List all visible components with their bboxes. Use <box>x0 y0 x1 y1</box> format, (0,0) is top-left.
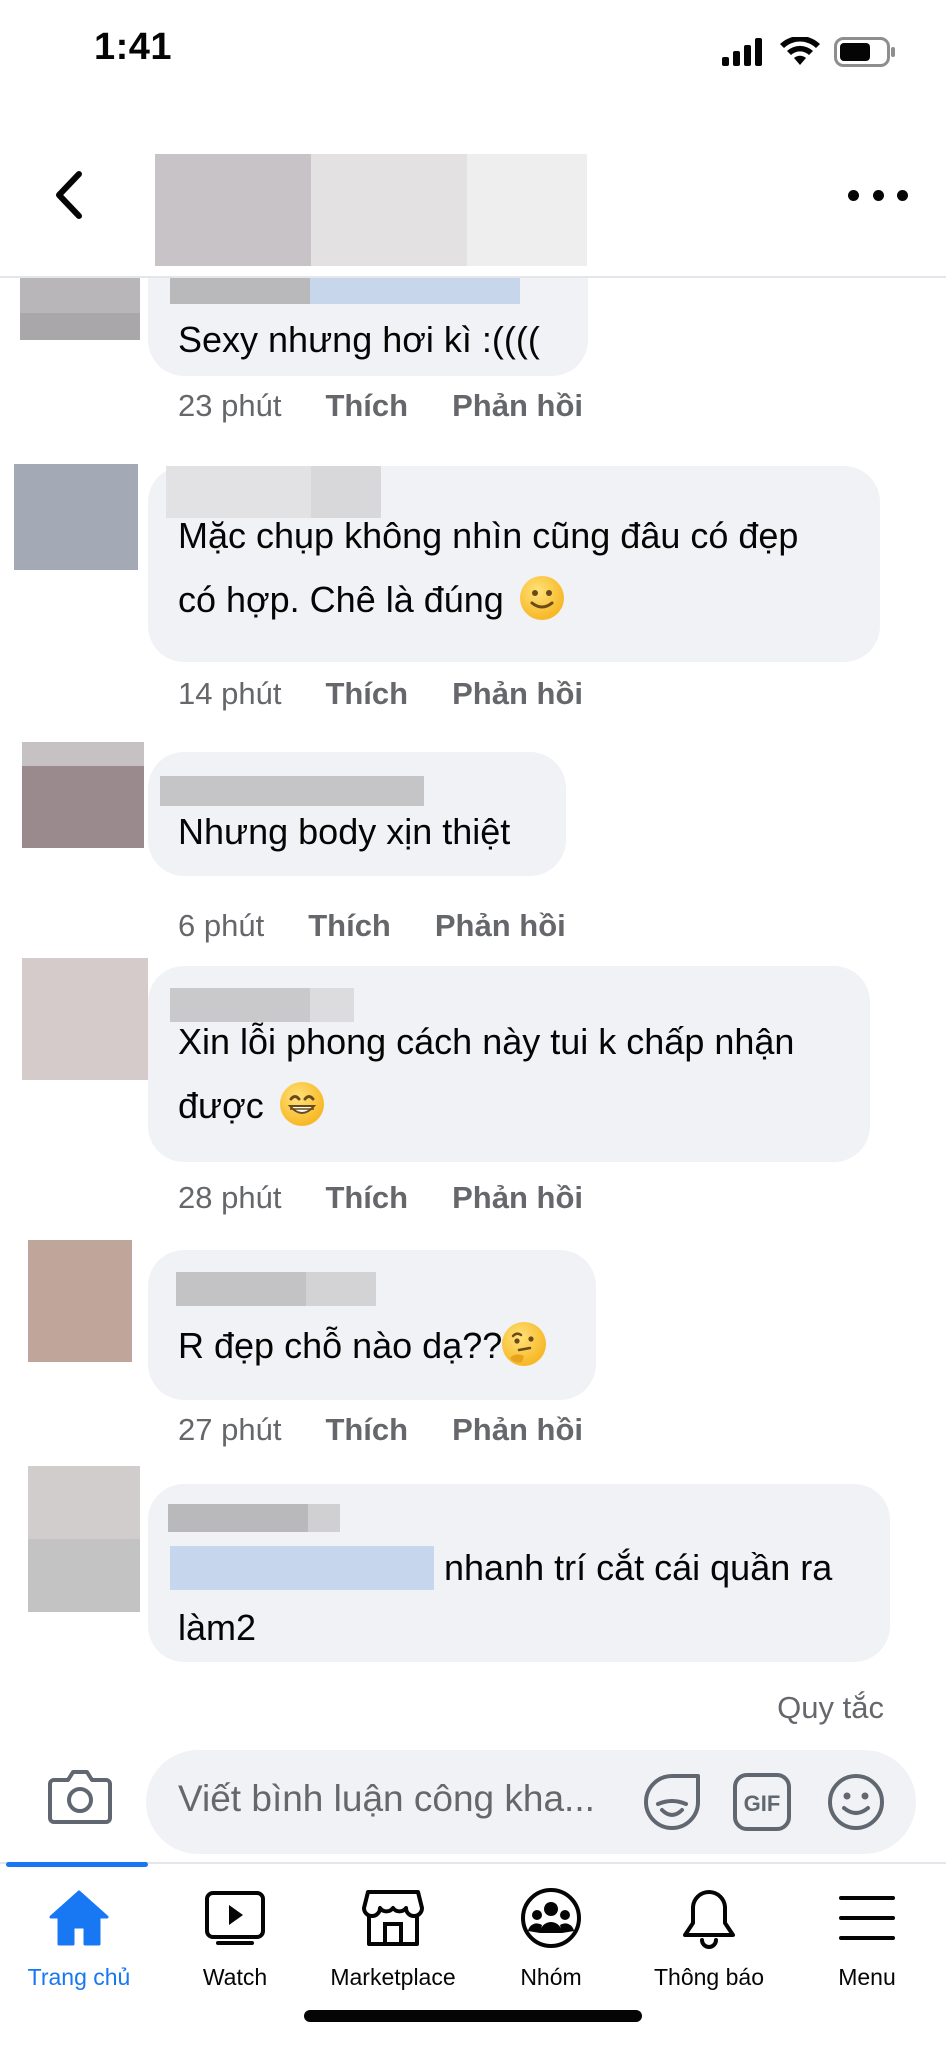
header <box>0 130 946 278</box>
commenter-name-redacted <box>168 1504 340 1532</box>
comments-list: Sexy nhưng hơi kì :(((( 23 phút Thích Ph… <box>0 240 946 1670</box>
camera-button[interactable] <box>48 1768 112 1824</box>
comment-time: 6 phút <box>178 908 265 943</box>
thinking-face-icon <box>502 1322 547 1366</box>
marketplace-icon <box>361 1886 425 1950</box>
comment-input-placeholder: Viết bình luận công kha... <box>178 1778 595 1819</box>
wifi-icon <box>780 37 820 65</box>
nav-item-menu[interactable]: Menu <box>788 1886 946 2006</box>
comment-text: Nhưng body xịn thiệt <box>178 811 511 852</box>
nav-label: Nhóm <box>520 1964 582 1990</box>
comment-time: 27 phút <box>178 1412 282 1447</box>
comment-composer: Viết bình luận công kha... GIF <box>0 1742 946 1862</box>
avatar-sticker-button[interactable] <box>642 1772 702 1832</box>
like-button[interactable]: Thích <box>325 388 408 424</box>
nav-label: Trang chủ <box>27 1964 131 1990</box>
comment-meta: 6 phút Thích Phản hồi <box>178 908 566 944</box>
nav-label: Watch <box>202 1964 268 1990</box>
commenter-name-redacted <box>176 1272 376 1306</box>
like-button[interactable]: Thích <box>308 908 391 944</box>
comment-text-line-2: làm2 <box>178 1607 257 1648</box>
menu-icon <box>835 1886 899 1950</box>
comment-bubble[interactable]: Nhưng body xịn thiệt <box>148 752 566 876</box>
comment-bubble[interactable]: R đẹp chỗ nào dạ?? <box>148 1250 596 1400</box>
notifications-icon <box>677 1886 741 1950</box>
grinning-face-icon <box>279 1082 324 1126</box>
nav-item-notifications[interactable]: Thông báo <box>630 1886 788 2006</box>
camera-icon <box>48 1770 112 1824</box>
comment-meta: 23 phút Thích Phản hồi <box>178 388 583 424</box>
gif-button[interactable]: GIF <box>732 1772 792 1832</box>
avatar[interactable] <box>28 1240 132 1362</box>
home-icon <box>47 1886 111 1950</box>
rules-link[interactable]: Quy tắc <box>777 1690 884 1726</box>
like-button[interactable]: Thích <box>325 676 408 712</box>
comment-input[interactable]: Viết bình luận công kha... GIF <box>146 1750 916 1854</box>
comment-meta: 27 phút Thích Phản hồi <box>178 1412 583 1448</box>
nav-label: Menu <box>838 1964 896 1990</box>
comment-text-line-1: nhanh trí cắt cái quần ra <box>444 1547 833 1588</box>
avatar[interactable] <box>22 958 148 1080</box>
avatar[interactable] <box>14 464 138 570</box>
chevron-left-icon <box>56 171 82 219</box>
comment-meta: 28 phút Thích Phản hồi <box>178 1180 583 1216</box>
gif-icon: GIF <box>733 1773 791 1831</box>
svg-text:GIF: GIF <box>744 1791 781 1816</box>
reply-button[interactable]: Phản hồi <box>435 908 566 944</box>
nav-item-marketplace[interactable]: Marketplace <box>314 1886 472 2006</box>
avatar[interactable] <box>28 1466 140 1612</box>
groups-icon <box>519 1886 583 1950</box>
reply-button[interactable]: Phản hồi <box>452 1180 583 1216</box>
comment-time: 14 phút <box>178 676 282 711</box>
comment-bubble[interactable]: nhanh trí cắt cái quần ra làm2 <box>148 1484 890 1662</box>
tagged-user-redacted <box>170 1546 434 1590</box>
more-horizontal-icon <box>848 189 859 201</box>
reply-button[interactable]: Phản hồi <box>452 388 583 424</box>
emoji-button[interactable] <box>826 1772 886 1832</box>
like-button[interactable]: Thích <box>325 1180 408 1216</box>
more-options-button[interactable] <box>848 180 908 210</box>
comment-time: 23 phút <box>178 388 282 423</box>
comment-text-line-2: có hợp. Chê là đúng <box>178 568 564 632</box>
comment-text: Sexy nhưng hơi kì :(((( <box>178 319 540 360</box>
comment-time: 28 phút <box>178 1180 282 1215</box>
comment-text: R đẹp chỗ nào dạ?? <box>178 1314 547 1378</box>
active-tab-indicator <box>6 1862 148 1867</box>
like-button[interactable]: Thích <box>325 1412 408 1448</box>
comment-text-line-1: Xin lỗi phong cách này tui k chấp nhận <box>178 1021 795 1062</box>
status-icons <box>722 34 896 70</box>
header-title-redacted <box>155 154 587 266</box>
emoji-icon <box>828 1774 884 1830</box>
reply-button[interactable]: Phản hồi <box>452 676 583 712</box>
status-time: 1:41 <box>94 26 173 68</box>
status-bar: 1:41 <box>0 0 946 110</box>
reply-button[interactable]: Phản hồi <box>452 1412 583 1448</box>
nav-item-watch[interactable]: Watch <box>156 1886 314 2006</box>
cellular-signal-icon <box>722 38 762 66</box>
home-indicator[interactable] <box>304 2010 642 2022</box>
comment-meta: 14 phút Thích Phản hồi <box>178 676 583 712</box>
slightly-smiling-face-icon <box>519 576 564 620</box>
comment-bubble[interactable]: Xin lỗi phong cách này tui k chấp nhận đ… <box>148 966 870 1162</box>
battery-icon <box>834 37 895 67</box>
back-button[interactable] <box>38 160 98 230</box>
nav-label: Thông báo <box>654 1964 764 1990</box>
comment-bubble[interactable]: Mặc chụp không nhìn cũng đâu có đẹp có h… <box>148 466 880 662</box>
nav-item-home[interactable]: Trang chủ <box>0 1886 158 2006</box>
watch-icon <box>203 1886 267 1950</box>
nav-label: Marketplace <box>330 1964 456 1990</box>
comment-text-line-1: Mặc chụp không nhìn cũng đâu có đẹp <box>178 515 799 556</box>
nav-item-groups[interactable]: Nhóm <box>472 1886 630 2006</box>
comment-text-line-2: được <box>178 1074 324 1138</box>
avatar-sticker-icon <box>644 1774 700 1830</box>
avatar[interactable] <box>22 742 144 848</box>
